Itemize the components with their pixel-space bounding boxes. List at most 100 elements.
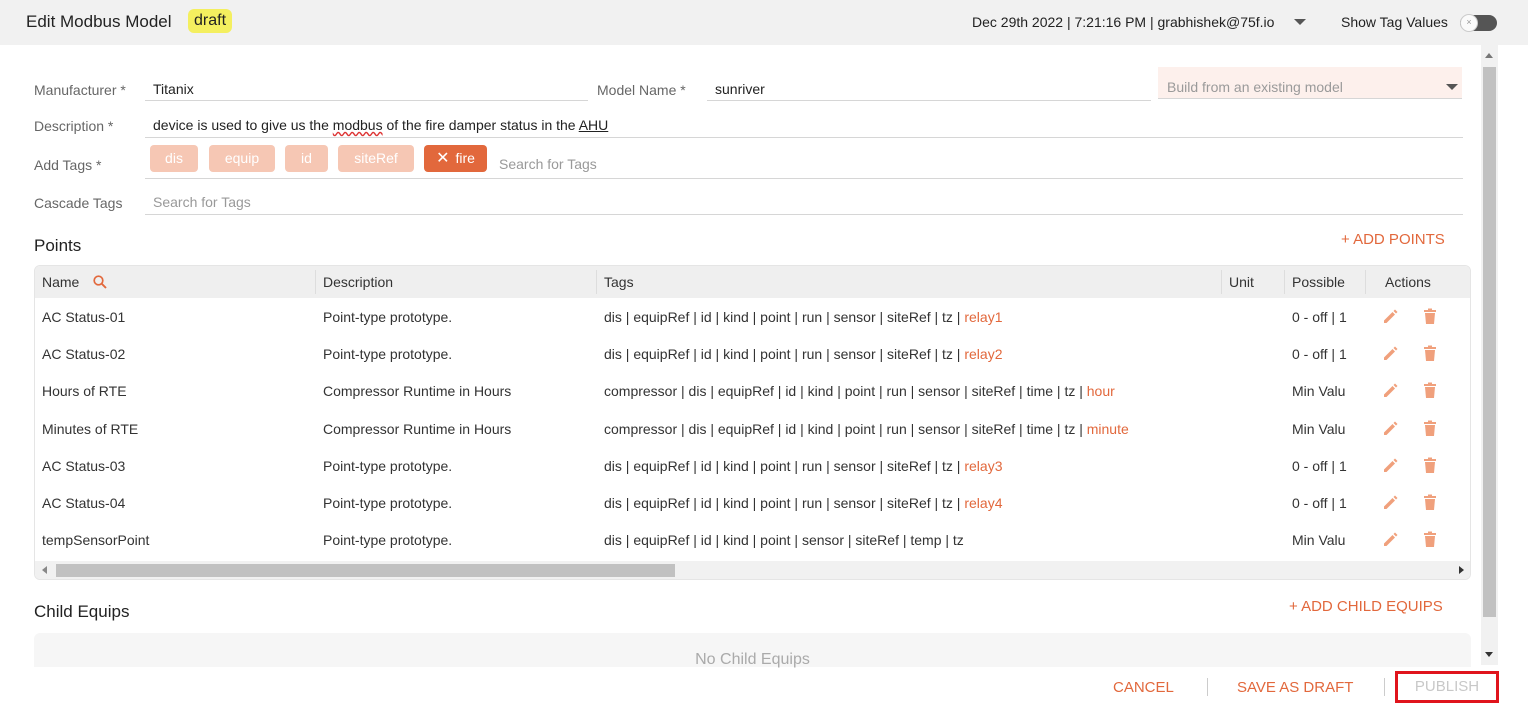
manufacturer-underline [145,100,588,101]
scrollbar-thumb[interactable] [56,564,675,577]
point-tag-highlight: relay2 [964,346,1003,363]
point-tags: dis | equipRef | id | kind | point | run… [604,346,1002,362]
table-row[interactable]: AC Status-02 Point-type prototype. dis | e… [35,335,1470,372]
description-underline [145,137,1463,138]
tag-chip-dis[interactable]: dis [150,145,198,172]
point-description: Compressor Runtime in Hours [323,420,512,437]
trash-icon[interactable] [1421,419,1439,437]
trash-icon[interactable] [1421,530,1439,548]
child-equips-section-title: Child Equips [34,602,130,621]
status-badge: draft [188,9,233,33]
table-row[interactable]: AC Status-04 Point-type prototype. dis | e… [35,484,1470,521]
search-icon[interactable] [93,275,107,289]
datetime-user-menu[interactable]: Dec 29th 2022 | 7:21:16 PM | grabhishek@… [972,14,1274,30]
table-row[interactable]: AC Status-03 Point-type prototype. dis | e… [35,447,1470,484]
point-possible-values: 0 - off | 1 [1292,309,1347,325]
tag-chip-id[interactable]: id [285,145,328,172]
point-tags-text: dis | equipRef | id | kind | point | run… [604,346,965,363]
build-from-model-dropdown[interactable]: Build from an existing model [1158,67,1462,99]
column-header-unit: Unit [1229,274,1254,290]
points-table: Name Description Tags Unit Possible Acti… [34,265,1471,580]
point-name: AC Status-01 [42,309,126,325]
table-row[interactable]: AC Status-01 Point-type prototype. dis | e… [35,298,1470,335]
description-text-2: modbus [332,117,383,133]
edit-icon[interactable] [1382,419,1400,437]
edit-icon[interactable] [1382,307,1400,325]
point-possible-values: Min Valu [1292,532,1346,549]
cascade-tags-underline [145,214,1463,215]
close-icon[interactable]: ✕ [436,145,449,172]
tag-chip-equip[interactable]: equip [209,145,275,172]
model-name-input[interactable]: sunriver [715,81,765,97]
tags-search-input[interactable]: Search for Tags [499,156,597,172]
scroll-up-arrow-icon[interactable] [1485,53,1493,58]
footer-bar: CANCEL SAVE AS DRAFT PUBLISH [0,668,1528,710]
trash-icon[interactable] [1421,456,1439,474]
point-tags: compressor | dis | equipRef | id | kind … [604,383,1115,399]
column-divider [596,270,597,294]
scrollbar-thumb[interactable] [1483,67,1496,617]
add-points-button[interactable]: + ADD POINTS [1341,231,1445,248]
column-header-name[interactable]: Name [42,274,79,290]
description-text-3: of the fire damper status in the [382,117,579,133]
scroll-right-arrow-icon[interactable] [1459,566,1464,574]
description-label: Description * [34,118,114,134]
point-tags: dis | equipRef | id | kind | point | run… [604,309,1002,325]
column-divider [1365,270,1366,294]
description-input[interactable]: device is used to give us the modbus of … [153,117,608,133]
point-possible-values: 0 - off | 1 [1292,346,1347,363]
scroll-left-arrow-icon[interactable] [42,566,47,574]
table-row[interactable]: Minutes of RTE Compressor Runtime in Hour… [35,410,1470,447]
point-tags-text: dis | equipRef | id | kind | point | run… [604,309,965,325]
point-possible-values: 0 - off | 1 [1292,495,1347,511]
column-divider [1221,270,1222,294]
point-possible-values: Min Valu [1292,383,1346,400]
trash-icon[interactable] [1421,344,1439,362]
point-name: Hours of RTE [42,383,127,400]
column-header-possible: Possible [1292,274,1345,290]
table-row[interactable]: Hours of RTE Compressor Runtime in Hours c… [35,372,1470,409]
publish-button[interactable]: PUBLISH [1395,671,1499,703]
edit-icon[interactable] [1382,530,1400,548]
description-text-4: AHU [578,117,609,133]
cascade-tags-label: Cascade Tags [34,195,123,211]
point-tag-highlight: relay1 [964,309,1003,325]
edit-icon[interactable] [1382,344,1400,362]
edit-icon[interactable] [1382,456,1400,474]
page-title: Edit Modbus Model [26,12,172,31]
manufacturer-label: Manufacturer * [34,82,126,98]
add-tags-label: Add Tags * [34,157,102,173]
column-header-actions: Actions [1385,274,1431,290]
trash-icon[interactable] [1421,381,1439,399]
point-name: Minutes of RTE [42,420,139,437]
manufacturer-input[interactable]: Titanix [153,81,194,97]
point-description: Point-type prototype. [323,346,453,363]
point-tags-text: compressor | dis | equipRef | id | kind … [604,383,1087,400]
scroll-down-arrow-icon[interactable] [1485,652,1493,657]
edit-icon[interactable] [1382,381,1400,399]
add-child-equips-button[interactable]: + ADD CHILD EQUIPS [1289,598,1443,615]
horizontal-scrollbar[interactable] [35,561,1470,579]
save-as-draft-button[interactable]: SAVE AS DRAFT [1237,679,1353,696]
table-row[interactable]: tempSensorPoint Point-type prototype. dis … [35,521,1470,558]
points-section-title: Points [34,236,82,255]
trash-icon[interactable] [1421,307,1439,325]
toggle-knob: × [1460,14,1478,32]
column-header-tags: Tags [604,274,634,290]
child-equips-empty-text: No Child Equips [695,651,810,668]
tag-chip-siteref[interactable]: siteRef [338,145,414,172]
cascade-tags-search-input[interactable]: Search for Tags [153,194,251,210]
model-name-label: Model Name * [597,82,686,98]
footer-divider [1384,678,1385,696]
point-description: Point-type prototype. [323,457,453,474]
edit-icon[interactable] [1382,493,1400,511]
show-tag-values-toggle[interactable]: × [1460,14,1497,32]
chevron-down-icon[interactable] [1446,84,1458,90]
vertical-scrollbar[interactable] [1481,45,1498,665]
trash-icon[interactable] [1421,493,1439,511]
tag-chip-fire[interactable]: ✕ fire [424,145,487,172]
cancel-button[interactable]: CANCEL [1113,679,1174,696]
point-tags: compressor | dis | equipRef | id | kind … [604,421,1129,437]
point-description: Point-type prototype. [323,495,453,511]
chevron-down-icon[interactable] [1294,19,1306,25]
